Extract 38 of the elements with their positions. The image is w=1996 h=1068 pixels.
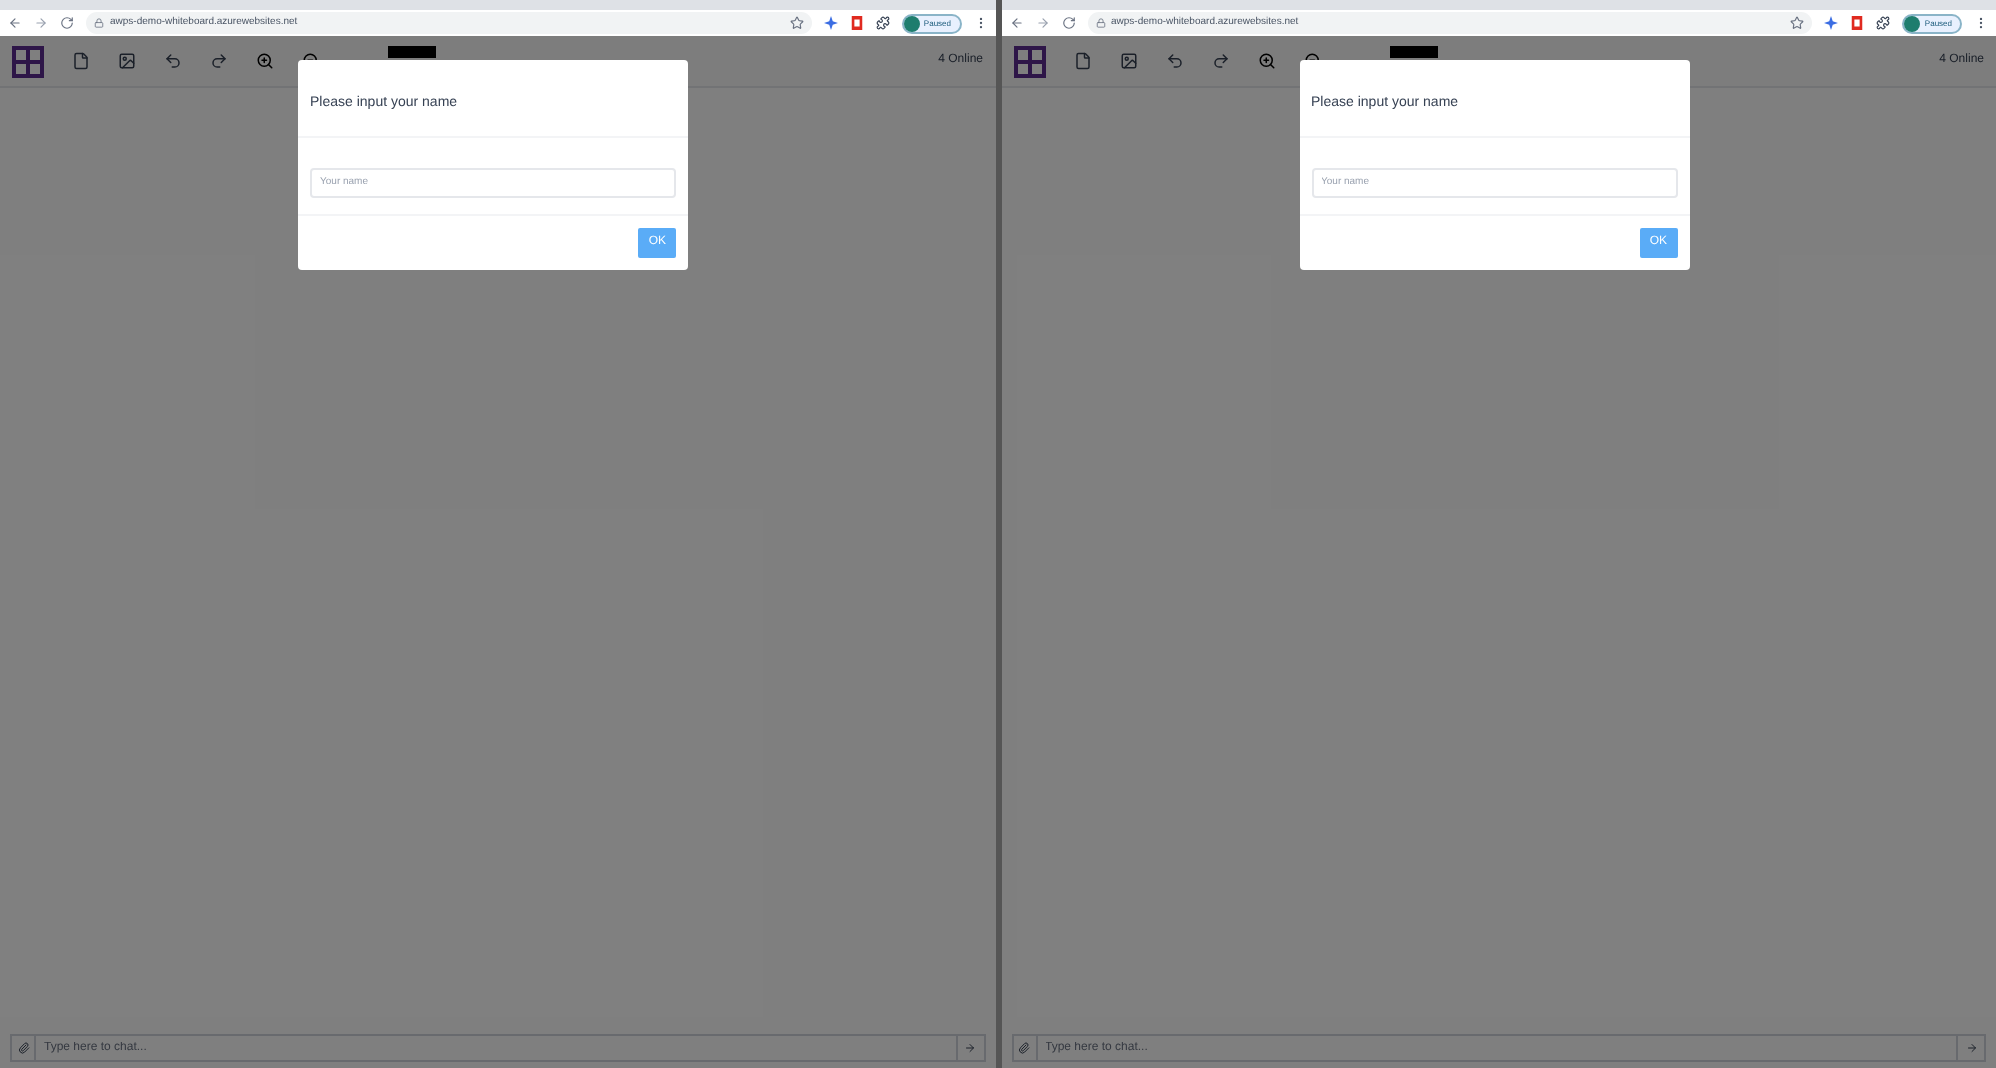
back-icon[interactable]	[1009, 16, 1023, 30]
image-icon[interactable]	[1119, 52, 1137, 70]
color-swatch[interactable]	[388, 45, 436, 57]
paperclip-icon	[1018, 1042, 1030, 1054]
logo-icon[interactable]	[1013, 45, 1045, 77]
new-file-icon[interactable]	[1073, 52, 1091, 70]
paperclip-icon	[17, 1042, 29, 1054]
zoom-in-icon[interactable]	[1257, 52, 1275, 70]
extension-icon[interactable]	[1824, 16, 1839, 30]
color-swatch[interactable]	[1389, 45, 1437, 57]
reload-icon[interactable]	[60, 16, 74, 30]
send-icon	[964, 1042, 976, 1054]
extensions-icon[interactable]	[875, 16, 890, 30]
redo-icon[interactable]	[210, 52, 228, 70]
send-icon	[1965, 1042, 1977, 1054]
forward-icon[interactable]	[34, 16, 48, 30]
undo-icon[interactable]	[164, 52, 182, 70]
undo-icon[interactable]	[1165, 52, 1183, 70]
zoom-in-icon[interactable]	[256, 52, 274, 70]
avatar-icon	[1904, 15, 1921, 31]
lock-icon	[94, 18, 104, 28]
bookmark-icon[interactable]	[1790, 16, 1805, 30]
forward-icon[interactable]	[1035, 16, 1049, 30]
reload-icon[interactable]	[1061, 16, 1075, 30]
image-icon[interactable]	[118, 52, 136, 70]
attach-button[interactable]	[1013, 1036, 1037, 1060]
document-icon[interactable]	[1850, 16, 1865, 30]
new-file-icon[interactable]	[72, 52, 90, 70]
extension-icon[interactable]	[823, 16, 838, 30]
extensions-icon[interactable]	[1876, 16, 1891, 30]
back-icon[interactable]	[8, 16, 22, 30]
avatar-icon	[903, 15, 920, 31]
logo-icon[interactable]	[12, 45, 44, 77]
lock-icon	[1095, 18, 1105, 28]
menu-icon[interactable]	[1974, 16, 1988, 30]
document-icon[interactable]	[849, 16, 864, 30]
redo-icon[interactable]	[1211, 52, 1229, 70]
bookmark-icon[interactable]	[789, 16, 804, 30]
